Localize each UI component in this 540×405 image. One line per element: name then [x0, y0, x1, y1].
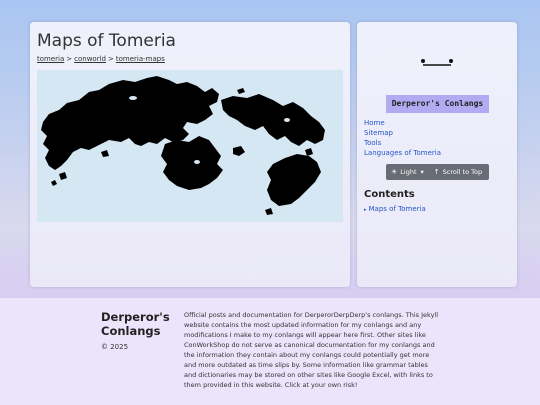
- nav-item-languages: Languages of Tomeria: [364, 148, 441, 158]
- sidebar-card: Derperor's Conlangs Home Sitemap Tools L…: [357, 22, 517, 287]
- toc-item[interactable]: ▸ Maps of Tomeria: [364, 205, 426, 213]
- sidebar-nav: Home Sitemap Tools Languages of Tomeria: [364, 118, 441, 158]
- theme-label: Light: [400, 168, 417, 176]
- scroll-to-top-button[interactable]: ↑ Scroll to Top: [429, 164, 487, 180]
- footer-site-name: Derperor's Conlangs: [101, 310, 170, 338]
- nav-item-sitemap: Sitemap: [364, 128, 441, 138]
- breadcrumb-link-tomeria-maps[interactable]: tomeria-maps: [116, 55, 165, 63]
- chevron-down-icon: ▾: [420, 168, 424, 176]
- tomeria-map-svg: [37, 70, 343, 222]
- avatar: [414, 39, 460, 85]
- footer-description: Official posts and documentation for Der…: [184, 311, 439, 389]
- nav-link-tools[interactable]: Tools: [364, 139, 381, 147]
- breadcrumb-link-tomeria[interactable]: tomeria: [37, 55, 64, 63]
- breadcrumb: tomeria > conworld > tomeria-maps: [37, 55, 343, 64]
- sun-icon: ☀: [391, 168, 398, 176]
- face-icon: [421, 59, 453, 66]
- map-lake: [129, 96, 137, 100]
- breadcrumb-separator: >: [66, 55, 73, 63]
- site-footer: Derperor's Conlangs © 2025 Official post…: [0, 298, 540, 405]
- nav-item-home: Home: [364, 118, 441, 128]
- triangle-right-icon: ▸: [364, 207, 367, 213]
- footer-copyright: © 2025: [101, 343, 129, 351]
- nav-link-languages-of-tomeria[interactable]: Languages of Tomeria: [364, 149, 441, 157]
- nav-item-tools: Tools: [364, 138, 441, 148]
- toc-item-label: Maps of Tomeria: [368, 205, 426, 213]
- breadcrumb-link-conworld[interactable]: conworld: [74, 55, 106, 63]
- site-brand-badge[interactable]: Derperor's Conlangs: [386, 95, 489, 113]
- map-lake: [284, 118, 290, 122]
- breadcrumb-separator: >: [107, 55, 114, 63]
- nav-link-sitemap[interactable]: Sitemap: [364, 129, 393, 137]
- contents-heading: Contents: [364, 189, 415, 200]
- tomeria-map-image: [37, 70, 343, 222]
- theme-controls: ☀ Light ▾ ↑ Scroll to Top: [386, 164, 489, 180]
- nav-link-home[interactable]: Home: [364, 119, 385, 127]
- page-title: Maps of Tomeria: [37, 31, 176, 51]
- main-content-card: Maps of Tomeria tomeria > conworld > tomeria…: [30, 22, 350, 287]
- arrow-up-icon: ↑: [433, 168, 440, 176]
- map-lake: [194, 160, 200, 164]
- theme-select-button[interactable]: ☀ Light ▾: [386, 164, 429, 180]
- scroll-to-top-label: Scroll to Top: [442, 168, 483, 176]
